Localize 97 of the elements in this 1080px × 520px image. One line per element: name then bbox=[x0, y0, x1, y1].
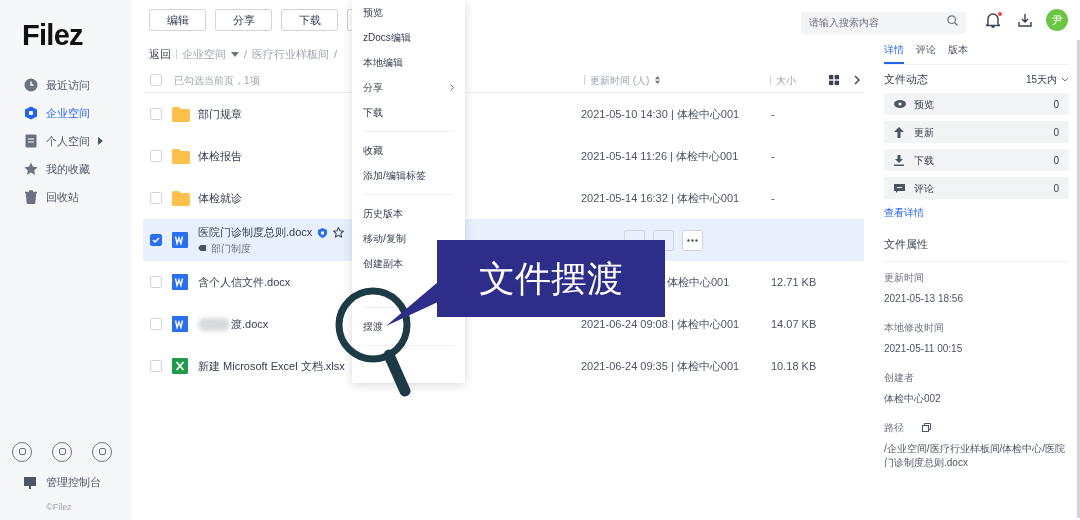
file-name: 体检就诊 bbox=[198, 190, 242, 206]
toolbar-button[interactable]: 分享 bbox=[215, 9, 272, 31]
details-tab[interactable]: 版本 bbox=[948, 42, 968, 64]
sidebar-item[interactable]: 我的收藏 bbox=[0, 155, 132, 183]
table-cell-text: 2021-05-14 11:26 | 体检中心001 bbox=[581, 148, 739, 164]
clock-icon bbox=[24, 78, 38, 92]
search-field[interactable]: 请输入搜索内容 bbox=[801, 11, 966, 34]
sidebar-item[interactable]: 个人空间 bbox=[0, 127, 132, 155]
table-cell-text: - bbox=[771, 190, 775, 206]
file-tag: 部门制度 bbox=[211, 240, 251, 256]
sidebar-item[interactable]: 回收站 bbox=[0, 183, 132, 211]
sort-icon bbox=[655, 76, 661, 84]
caret-down-icon bbox=[231, 51, 239, 57]
grid-view-icon[interactable] bbox=[829, 75, 839, 85]
file-name: 部门规章 bbox=[198, 106, 242, 122]
word-document-icon bbox=[172, 316, 188, 332]
menu-item[interactable]: 下载 bbox=[363, 100, 383, 125]
table-cell-text: 2021-05-14 16:32 | 体检中心001 bbox=[581, 190, 740, 206]
property-value: /企业空间/医疗行业样板间/体检中心/医院门诊制度总则.docx bbox=[884, 441, 1067, 470]
admin-console-link[interactable]: 管理控制台 bbox=[0, 469, 132, 496]
folder-icon bbox=[172, 190, 190, 206]
sidebar-item[interactable]: 最近访问 bbox=[0, 71, 132, 99]
breadcrumb-separator: / bbox=[244, 46, 248, 62]
back-link[interactable]: 返回 bbox=[149, 45, 171, 63]
chevron-down-icon bbox=[1061, 76, 1069, 82]
download-icon[interactable] bbox=[1018, 13, 1032, 27]
property-label: 更新时间 bbox=[884, 270, 924, 285]
file-name: 体检报告 bbox=[198, 148, 242, 164]
menu-item[interactable]: 创建副本 bbox=[363, 251, 403, 276]
copyright: ©Filez bbox=[45, 500, 73, 514]
file-name: 医院门诊制度总则.docx bbox=[198, 225, 313, 241]
more-icon bbox=[687, 238, 698, 242]
activity-row: 评论 0 bbox=[884, 177, 1069, 199]
folder-icon bbox=[172, 106, 190, 122]
menu-item[interactable]: zDocs编辑 bbox=[363, 25, 411, 50]
more-button[interactable] bbox=[682, 229, 703, 251]
file-name: 含个人信文件.docx bbox=[198, 274, 291, 290]
comment-icon bbox=[894, 183, 905, 193]
notebook-icon bbox=[24, 134, 38, 148]
sidebar-item[interactable]: 企业空间 bbox=[0, 99, 132, 127]
activity-row: 更新 0 bbox=[884, 121, 1069, 143]
toolbar-button[interactable]: 编辑 bbox=[149, 9, 206, 31]
word-document-icon bbox=[172, 274, 188, 290]
checkbox[interactable] bbox=[150, 234, 162, 246]
details-tab[interactable]: 评论 bbox=[916, 42, 936, 64]
activity-row: 下载 0 bbox=[884, 149, 1069, 171]
star-icon bbox=[24, 162, 38, 176]
star-outline-icon[interactable] bbox=[333, 227, 345, 238]
chevron-right-icon[interactable] bbox=[854, 75, 860, 85]
callout-pointer bbox=[386, 282, 438, 326]
monitor-icon bbox=[24, 476, 36, 489]
eye-icon bbox=[894, 100, 906, 108]
annotation-tooltip: 文件摆渡 bbox=[437, 240, 665, 317]
menu-item[interactable]: 收藏 bbox=[363, 138, 383, 163]
word-document-icon bbox=[172, 232, 188, 248]
table-cell-text: - bbox=[771, 106, 775, 122]
table-cell-text: - bbox=[771, 148, 775, 164]
menu-item[interactable]: 摆渡 bbox=[363, 314, 383, 339]
details-tab[interactable]: 详情 bbox=[884, 42, 904, 64]
table-cell-text: 2021-05-10 14:30 | 体检中心001 bbox=[581, 106, 740, 122]
activity-row: 预览 0 bbox=[884, 93, 1069, 115]
file-name: 渡.docx bbox=[231, 316, 269, 332]
spreadsheet-icon bbox=[172, 358, 188, 374]
property-value: 体检中心002 bbox=[884, 391, 942, 406]
property-value: 2021-05-13 18:56 bbox=[884, 291, 964, 306]
menu-item[interactable]: 预览 bbox=[363, 0, 383, 25]
up-arrow-icon bbox=[894, 126, 904, 138]
table-cell-text: 2021-06-24 09:08 | 体检中心001 bbox=[581, 316, 740, 332]
table-cell-text: 体检中心001 bbox=[667, 274, 730, 290]
property-label: 路径 bbox=[884, 420, 904, 435]
bell-icon[interactable] bbox=[986, 12, 1000, 28]
folder-icon bbox=[172, 148, 190, 164]
table-cell-text: 14.07 KB bbox=[771, 316, 817, 332]
range-dropdown[interactable]: 15天内 bbox=[1025, 71, 1069, 87]
section-title: 文件动态 bbox=[884, 71, 928, 87]
menu-item[interactable]: 本地编辑 bbox=[363, 50, 403, 75]
table-cell-text: 10.18 KB bbox=[771, 358, 817, 374]
breadcrumb-separator: / bbox=[334, 46, 338, 62]
logo: Filez bbox=[21, 18, 84, 53]
toolbar-button[interactable]: 下载 bbox=[281, 9, 338, 31]
selection-info: 已勾选当前页，1项 bbox=[174, 73, 260, 88]
table-cell-text: 12.71 KB bbox=[771, 274, 817, 290]
copy-icon[interactable] bbox=[922, 422, 931, 432]
property-value: 2021-05-11 00:15 bbox=[884, 341, 964, 356]
section-title: 文件属性 bbox=[884, 236, 1069, 262]
shield-icon bbox=[318, 227, 328, 238]
property-label: 本地修改时间 bbox=[884, 320, 944, 335]
view-details-link[interactable]: 查看详情 bbox=[884, 205, 924, 220]
search-icon bbox=[947, 15, 958, 26]
menu-item[interactable]: 移动/复制 bbox=[363, 226, 406, 251]
property-label: 创建者 bbox=[884, 370, 914, 385]
trash-icon bbox=[24, 190, 38, 204]
shield-icon bbox=[24, 106, 38, 120]
file-name: 新建 Microsoft Excel 文档.xlsx bbox=[198, 358, 345, 374]
table-cell-text: 2021-06-24 09:35 | 体检中心001 bbox=[581, 358, 740, 374]
tag-icon bbox=[198, 245, 206, 252]
download-icon bbox=[894, 154, 904, 166]
